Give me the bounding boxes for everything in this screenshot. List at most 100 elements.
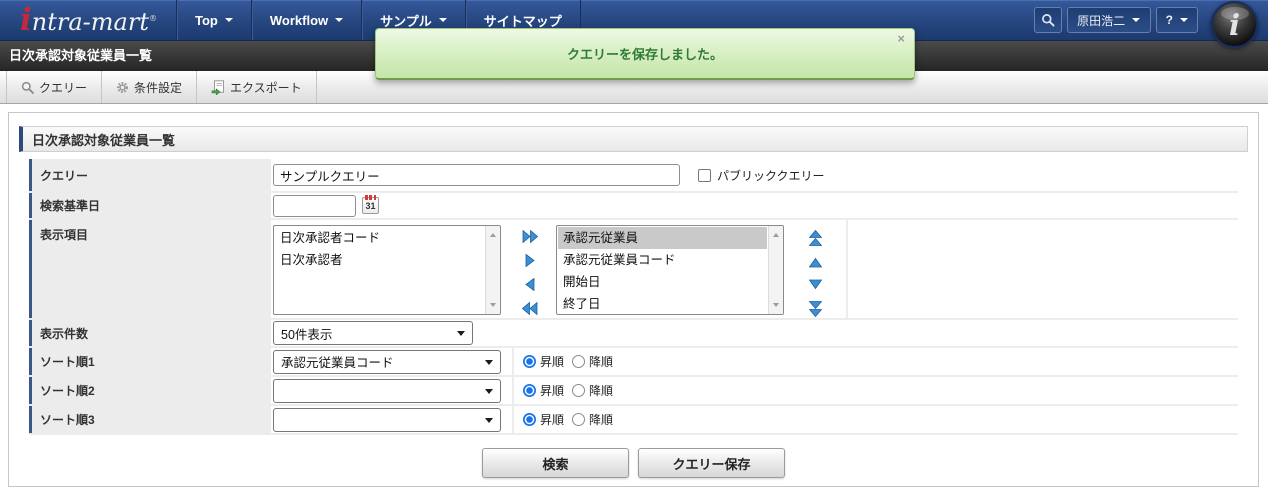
display-count-selected-value: 50件表示 — [281, 324, 332, 343]
gear-icon — [116, 81, 129, 94]
sort-3-order-radios: 昇順 降順 — [523, 411, 621, 428]
sort-2-select[interactable] — [273, 379, 501, 403]
tab-export[interactable]: エクスポート — [197, 71, 317, 103]
base-date-input[interactable] — [273, 195, 356, 217]
move-left-button[interactable] — [524, 278, 536, 291]
sort-2-desc-label[interactable]: 降順 — [589, 382, 613, 399]
scroll-up-icon[interactable] — [773, 230, 779, 237]
double-down-arrow-icon — [809, 301, 822, 317]
sort-1-desc-label[interactable]: 降順 — [589, 353, 613, 370]
save-query-button[interactable]: クエリー保存 — [638, 448, 785, 478]
logo-i-glyph: i — [20, 2, 32, 38]
list-item[interactable]: 承認元従業員コード — [558, 249, 767, 271]
query-label: クエリー — [29, 159, 271, 191]
move-top-button[interactable] — [809, 230, 822, 246]
list-item-selected[interactable]: 承認元従業員 — [558, 227, 767, 249]
nav-item-workflow[interactable]: Workflow — [251, 0, 361, 40]
listbox-scrollbar[interactable] — [485, 226, 500, 314]
scroll-down-icon[interactable] — [773, 303, 779, 310]
cell-divider — [512, 377, 514, 404]
double-up-arrow-icon — [809, 230, 822, 246]
transfer-buttons — [515, 225, 545, 315]
export-icon — [211, 80, 225, 95]
sort-1-value-cell: 承認元従業員コード 昇順 降順 — [273, 348, 1238, 375]
move-all-right-button[interactable] — [522, 230, 538, 243]
move-up-button[interactable] — [809, 257, 822, 268]
tab-query[interactable]: クエリー — [6, 71, 102, 103]
sort-3-desc-label[interactable]: 降順 — [589, 411, 613, 428]
tab-conditions-label: 条件設定 — [134, 79, 182, 96]
row-sort-2: ソート順2 昇順 降順 — [29, 377, 1238, 406]
panel-header: 日次承認対象従業員一覧 — [19, 126, 1248, 152]
nav-item-top[interactable]: Top — [176, 0, 251, 40]
sort-3-desc-radio[interactable] — [572, 413, 585, 426]
query-panel: 日次承認対象従業員一覧 クエリー パブリッククエリー 検索基準日 — [8, 112, 1259, 487]
chevron-down-icon — [1132, 18, 1140, 26]
row-sort-3: ソート順3 昇順 降順 — [29, 406, 1238, 435]
chevron-down-icon — [1180, 18, 1188, 26]
select-chevron-icon — [485, 418, 493, 427]
display-items-value-cell: 日次承認者コード 日次承認者 — [273, 220, 1238, 318]
move-right-button[interactable] — [524, 254, 536, 267]
tab-conditions[interactable]: 条件設定 — [102, 71, 197, 103]
list-item[interactable]: 終了日 — [558, 293, 767, 315]
move-down-button[interactable] — [809, 279, 822, 290]
nav-item-sitemap-label: サイトマップ — [484, 11, 562, 30]
sort-1-select[interactable]: 承認元従業員コード — [273, 350, 501, 374]
public-query-label[interactable]: パブリッククエリー — [717, 167, 825, 184]
list-item[interactable]: 開始日 — [558, 271, 767, 293]
sort-3-asc-radio[interactable] — [523, 413, 536, 426]
help-menu[interactable]: ? — [1156, 7, 1198, 33]
query-form: クエリー パブリッククエリー 検索基準日 31 — [29, 159, 1238, 435]
query-name-input[interactable] — [273, 164, 680, 186]
sort-1-order-radios: 昇順 降順 — [523, 353, 621, 370]
sort-2-value-cell: 昇順 降順 — [273, 377, 1238, 404]
select-chevron-icon — [485, 389, 493, 398]
display-count-select[interactable]: 50件表示 — [273, 321, 473, 345]
panel-buttons: 検索 クエリー保存 — [9, 448, 1258, 478]
sort-3-label: ソート順3 — [29, 406, 271, 433]
list-item[interactable]: 日次承認者 — [275, 249, 484, 271]
sort-2-order-radios: 昇順 降順 — [523, 382, 621, 399]
user-menu[interactable]: 原田浩二 — [1067, 7, 1151, 33]
search-submit-button[interactable]: 検索 — [482, 448, 629, 478]
selected-items-listbox[interactable]: 承認元従業員 承認元従業員コード 開始日 終了日 — [556, 225, 784, 315]
row-query: クエリー パブリッククエリー — [29, 159, 1238, 193]
content-area: 日次承認対象従業員一覧 クエリー パブリッククエリー 検索基準日 — [0, 104, 1268, 491]
public-query-checkbox[interactable] — [698, 169, 711, 182]
panel-title: 日次承認対象従業員一覧 — [32, 130, 175, 149]
nav-item-workflow-label: Workflow — [270, 13, 328, 28]
scroll-down-icon[interactable] — [490, 303, 496, 310]
tab-query-label: クエリー — [39, 79, 87, 96]
sort-1-desc-radio[interactable] — [572, 355, 585, 368]
reorder-buttons — [800, 225, 830, 317]
nav-right-group: 原田浩二 ? — [1034, 7, 1198, 33]
logo-registered-mark: ® — [149, 14, 157, 23]
chevron-down-icon — [335, 18, 343, 26]
listbox-scrollbar[interactable] — [768, 226, 783, 314]
sort-1-asc-radio[interactable] — [523, 355, 536, 368]
toast-close-button[interactable]: × — [897, 32, 905, 45]
intra-mart-round-logo[interactable]: i — [1211, 1, 1258, 48]
list-item[interactable]: 日次承認者コード — [275, 227, 484, 249]
available-items-listbox[interactable]: 日次承認者コード 日次承認者 — [273, 225, 501, 315]
intra-mart-logo[interactable]: intra-mart® — [20, 2, 168, 38]
move-all-left-button[interactable] — [522, 302, 538, 315]
row-sort-1: ソート順1 承認元従業員コード 昇順 降順 — [29, 348, 1238, 377]
nav-item-sample-label: サンプル — [380, 11, 432, 30]
sort-1-asc-label[interactable]: 昇順 — [540, 353, 564, 370]
nav-item-top-label: Top — [195, 13, 218, 28]
sort-2-asc-label[interactable]: 昇順 — [540, 382, 564, 399]
calendar-icon[interactable]: 31 — [362, 197, 379, 214]
row-display-items: 表示項目 日次承認者コード 日次承認者 — [29, 220, 1238, 320]
left-arrow-icon — [524, 278, 536, 291]
sort-2-desc-radio[interactable] — [572, 384, 585, 397]
search-icon — [1041, 13, 1055, 27]
sort-2-asc-radio[interactable] — [523, 384, 536, 397]
display-count-label: 表示件数 — [29, 320, 271, 346]
sort-3-asc-label[interactable]: 昇順 — [540, 411, 564, 428]
sort-3-select[interactable] — [273, 408, 501, 432]
scroll-up-icon[interactable] — [490, 230, 496, 237]
search-button[interactable] — [1034, 7, 1062, 33]
move-bottom-button[interactable] — [809, 301, 822, 317]
